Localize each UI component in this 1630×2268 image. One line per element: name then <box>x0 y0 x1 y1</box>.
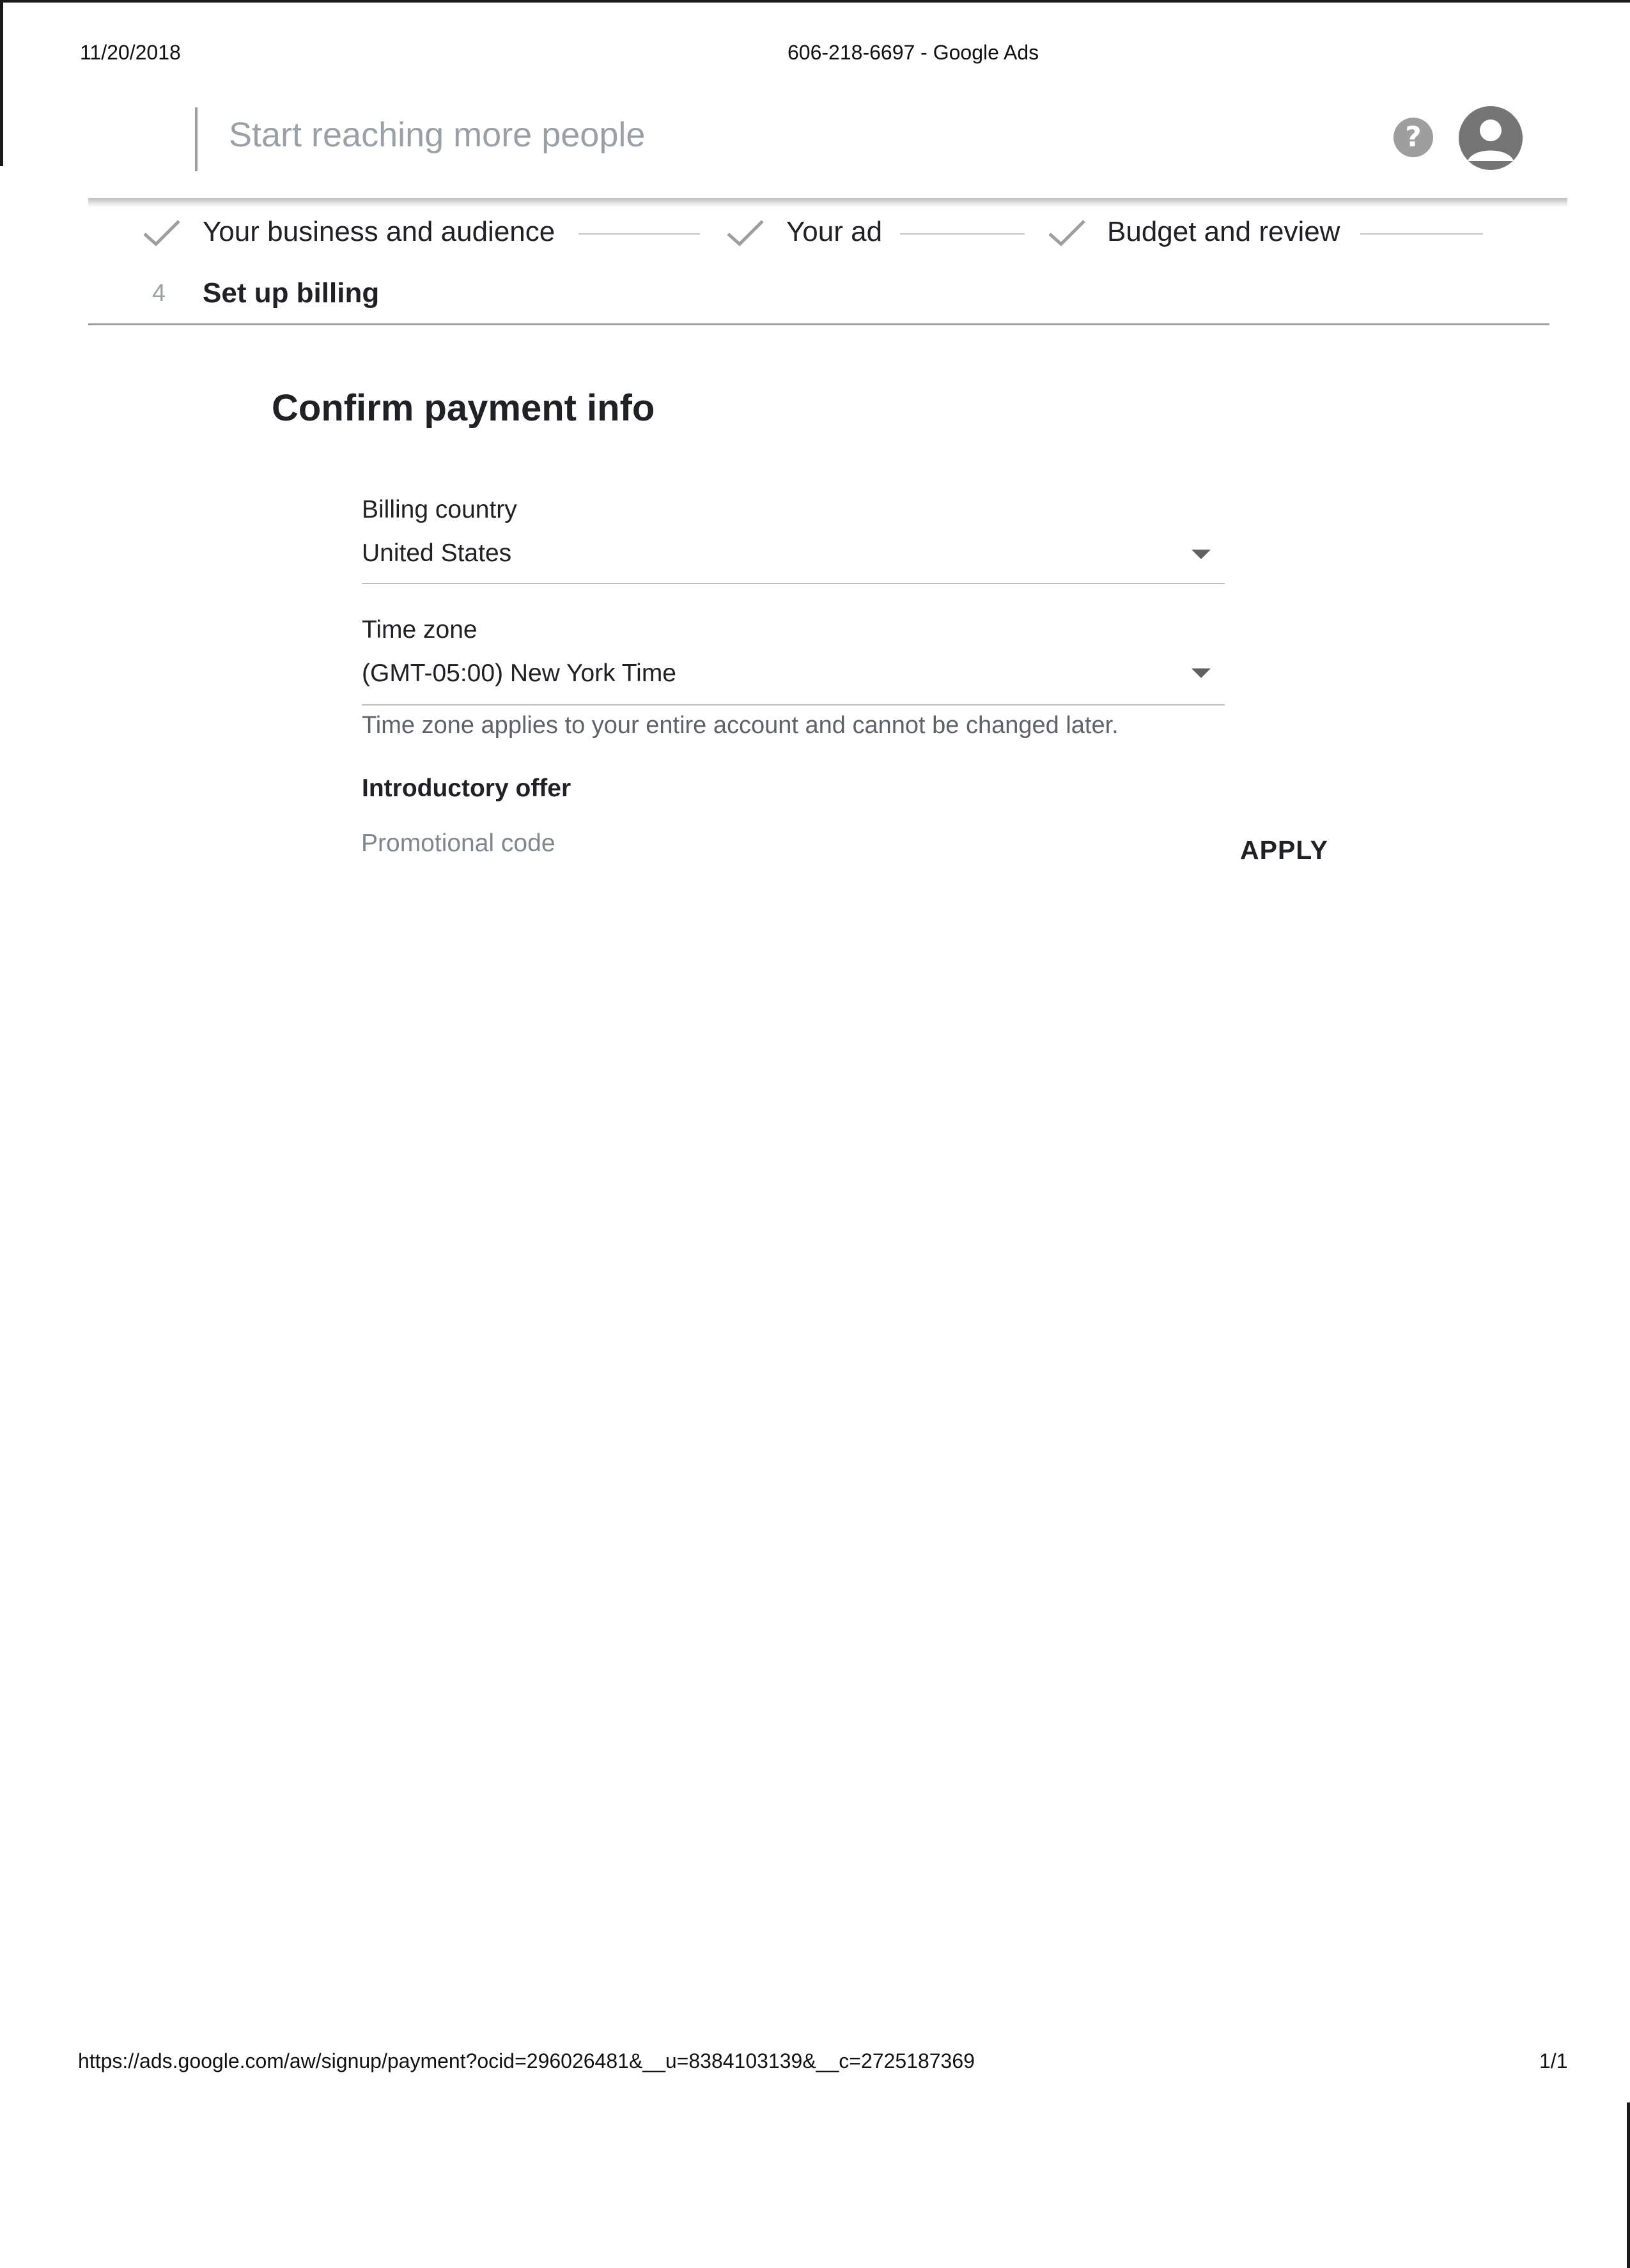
print-page-number: 1/1 <box>1539 2049 1568 2072</box>
step-connector <box>578 233 700 235</box>
step-set-up-billing[interactable]: Set up billing <box>203 277 379 309</box>
scan-edge-right <box>1627 2102 1630 2268</box>
page-title: Confirm payment info <box>272 387 655 429</box>
scan-edge-top <box>0 0 1630 3</box>
billing-country-select[interactable]: United States <box>362 534 1225 585</box>
field-underline <box>362 583 1225 584</box>
billing-country-value: United States <box>362 539 512 567</box>
header-divider <box>195 107 198 171</box>
stepper-divider <box>88 323 1549 325</box>
account-avatar-icon[interactable] <box>1459 106 1523 170</box>
step-budget-review[interactable]: Budget and review <box>1107 216 1340 248</box>
print-date: 11/20/2018 <box>80 41 181 64</box>
step-your-ad[interactable]: Your ad <box>786 216 882 248</box>
step-number: 4 <box>152 280 166 307</box>
chevron-down-icon <box>1191 550 1211 559</box>
check-icon <box>1048 220 1085 247</box>
introductory-offer-heading: Introductory offer <box>362 775 571 802</box>
check-icon <box>143 220 180 247</box>
field-underline <box>362 704 1225 706</box>
check-icon <box>727 220 764 247</box>
apply-button[interactable]: APPLY <box>1240 831 1342 869</box>
header-shadow-band <box>88 198 1567 207</box>
chevron-down-icon <box>1191 668 1211 678</box>
time-zone-select[interactable]: (GMT-05:00) New York Time <box>362 654 1225 707</box>
promo-code-input[interactable] <box>361 824 1192 863</box>
help-icon[interactable]: ? <box>1393 118 1433 157</box>
time-zone-value: (GMT-05:00) New York Time <box>362 660 676 687</box>
time-zone-label: Time zone <box>362 616 477 644</box>
print-url: https://ads.google.com/aw/signup/payment… <box>78 2049 975 2072</box>
step-business-audience[interactable]: Your business and audience <box>203 216 555 248</box>
step-connector <box>1360 233 1483 235</box>
scan-edge-left <box>0 0 3 166</box>
print-page-title: 606-218-6697 - Google Ads <box>788 41 1039 64</box>
billing-country-label: Billing country <box>362 496 517 523</box>
step-connector <box>900 233 1025 235</box>
app-title: Start reaching more people <box>229 116 646 154</box>
time-zone-helper-text: Time zone applies to your entire account… <box>362 712 1119 739</box>
